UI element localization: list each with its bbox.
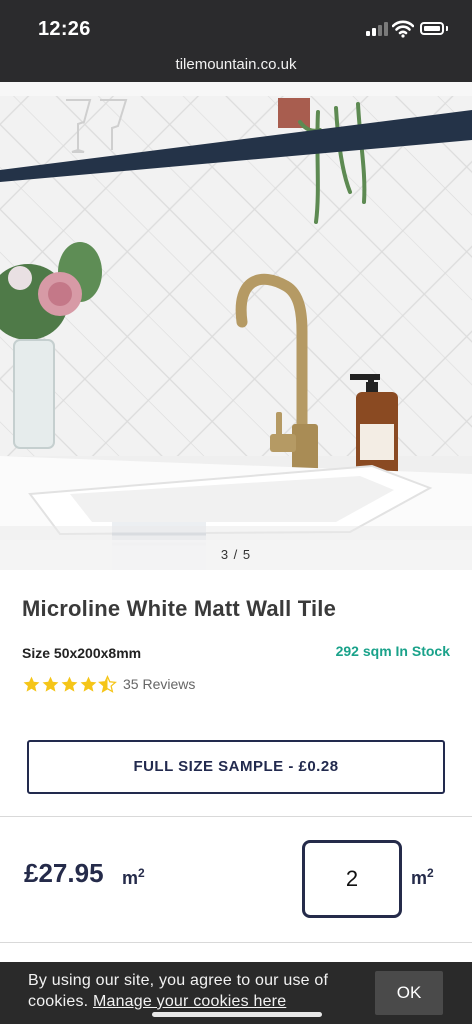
divider — [0, 942, 472, 943]
wifi-icon — [392, 20, 414, 38]
star-icon — [61, 676, 78, 692]
battery-tip — [446, 26, 448, 31]
product-size: Size 50x200x8mm — [22, 645, 142, 661]
signal-icon — [366, 22, 388, 36]
cookie-ok-button[interactable]: OK — [375, 971, 443, 1015]
sample-button[interactable]: FULL SIZE SAMPLE - £0.28 — [27, 740, 445, 794]
quantity-unit: m2 — [411, 866, 434, 889]
product-title: Microline White Matt Wall Tile — [22, 596, 337, 621]
quantity-unit-sup: 2 — [427, 866, 434, 880]
price-unit-sup: 2 — [138, 866, 145, 880]
cookie-text: By using our site, you agree to our use … — [28, 970, 358, 1012]
product-image-gallery[interactable]: 3 / 5 — [0, 82, 472, 570]
battery-icon — [420, 22, 444, 35]
manage-cookies-link[interactable]: Manage your cookies here — [93, 993, 286, 1010]
quantity-input[interactable]: 2 — [302, 840, 402, 918]
image-counter: 3 / 5 — [0, 540, 472, 570]
stock-status: 292 sqm In Stock — [335, 643, 450, 659]
url-bar[interactable]: tilemountain.co.uk — [0, 56, 472, 73]
star-icon — [42, 676, 59, 692]
product-price: £27.95 — [24, 858, 104, 888]
home-indicator — [152, 1012, 322, 1017]
product-photo — [0, 82, 472, 570]
star-icon — [80, 676, 97, 692]
price-unit: m2 — [122, 866, 145, 889]
status-time: 12:26 — [38, 18, 91, 40]
half-star-icon — [98, 674, 117, 693]
reviews-count[interactable]: 35 Reviews — [123, 676, 195, 692]
divider — [0, 816, 472, 817]
browser-top-bar: 12:26 tilemountain.co.uk — [0, 0, 472, 82]
rating-stars[interactable]: 35 Reviews — [22, 673, 195, 695]
price-unit-text: m — [122, 868, 139, 888]
star-icon — [23, 676, 40, 692]
quantity-unit-text: m — [411, 868, 428, 888]
